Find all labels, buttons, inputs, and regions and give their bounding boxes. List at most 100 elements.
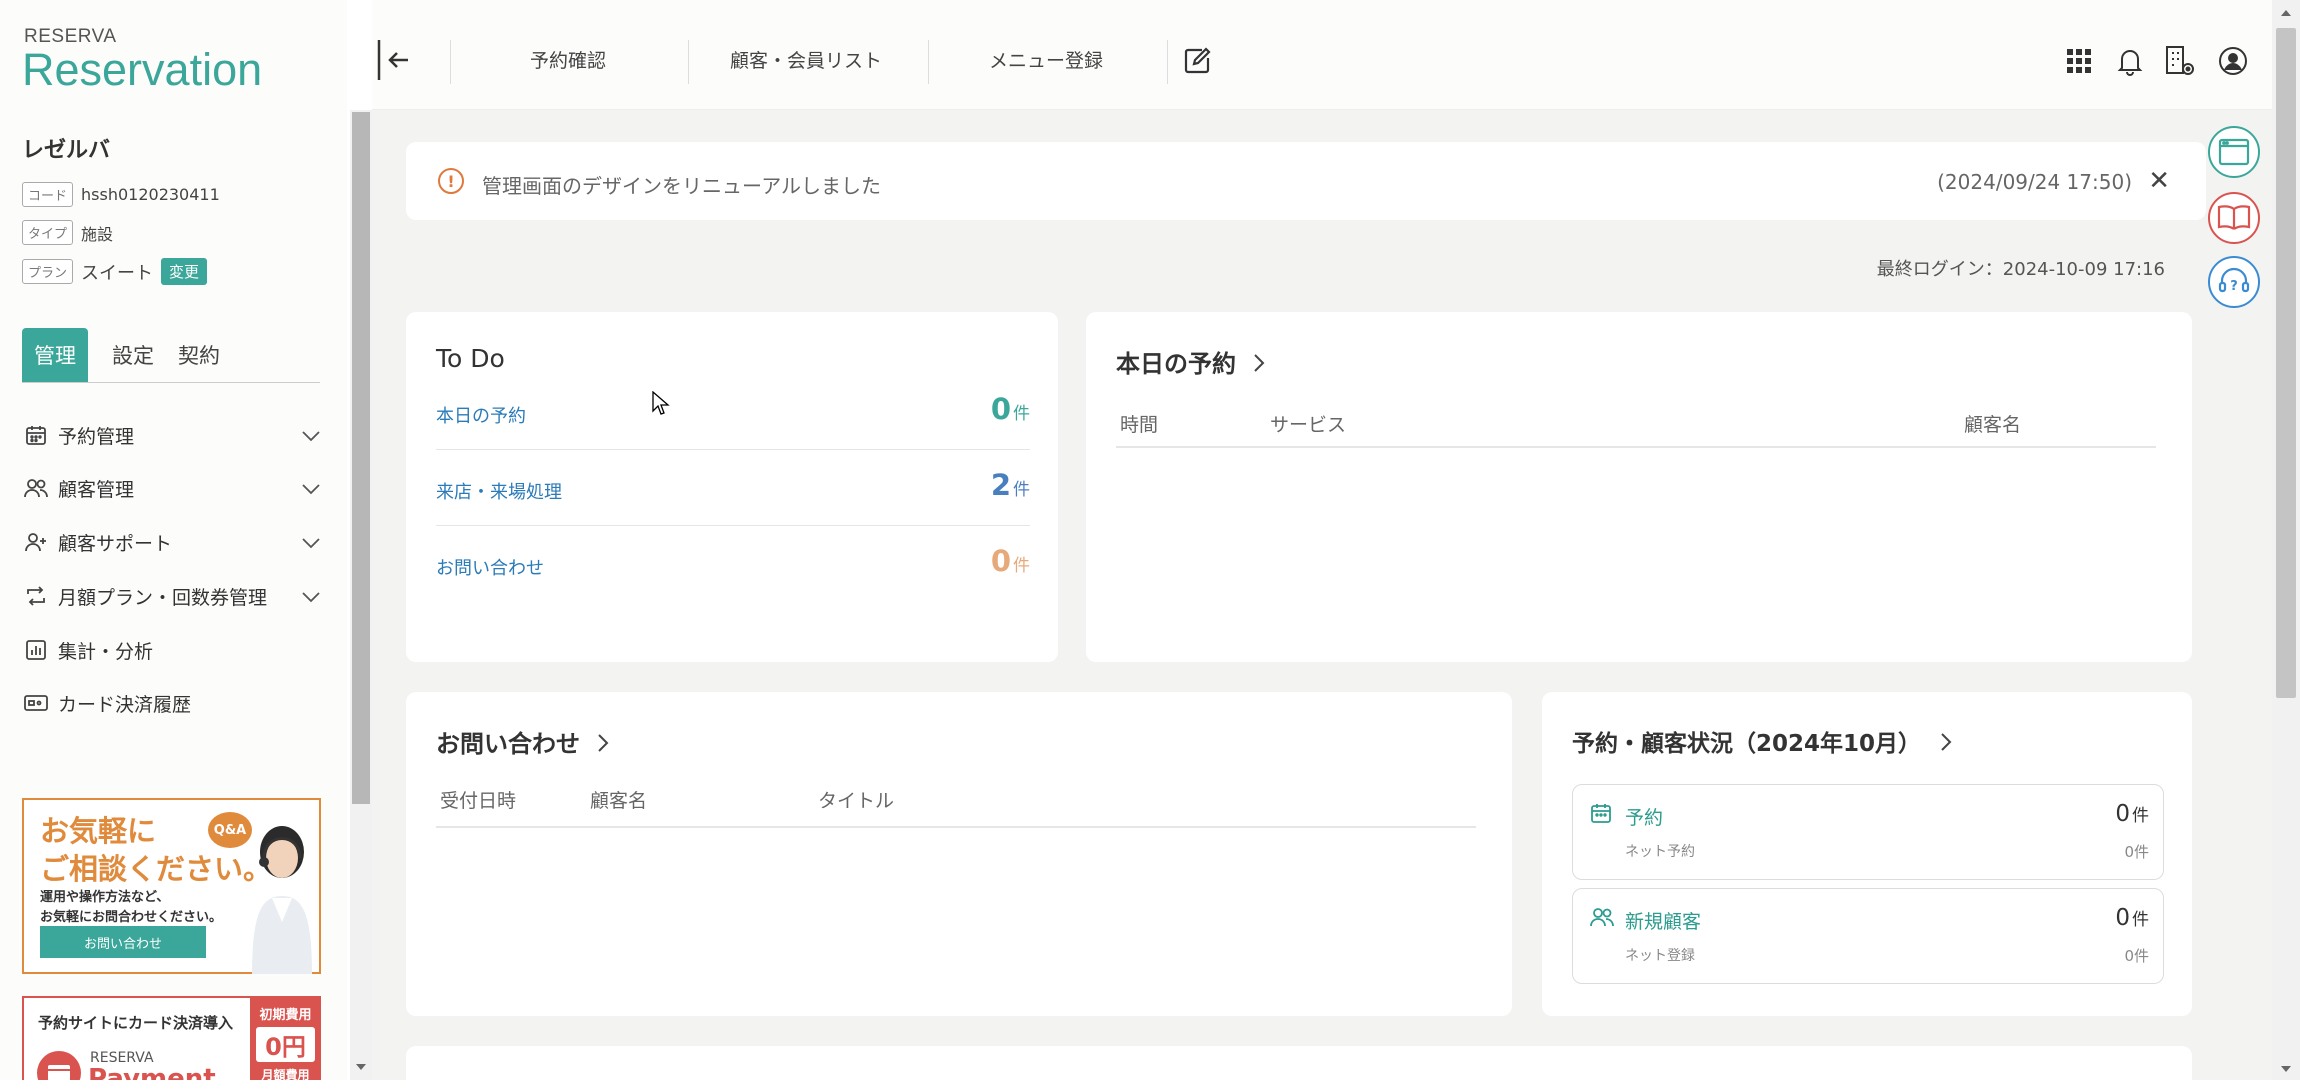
repeat-icon	[22, 582, 50, 610]
building-settings-icon[interactable]	[2164, 44, 2196, 78]
shop-plan: スイート	[81, 262, 154, 284]
page-scroll-thumb[interactable]	[2276, 28, 2296, 698]
new-customer-stat-box[interactable]: 新規顧客 ネット登録 0件 0件	[1572, 888, 2164, 984]
today-reservations-title[interactable]: 本日の予約	[1116, 344, 1266, 379]
shop-name: レゼルバ	[22, 138, 111, 163]
inquiries-title[interactable]: お問い合わせ	[436, 724, 610, 759]
collapse-sidebar-icon[interactable]	[376, 38, 412, 82]
help-support-button[interactable]: ?	[2208, 256, 2260, 308]
nav-reservation-check[interactable]: 予約確認	[530, 46, 606, 73]
plan-tag: プラン	[22, 259, 74, 284]
scroll-up-arrow-icon[interactable]	[2280, 8, 2292, 18]
shop-plan-row: プラン スイート 変更	[22, 258, 208, 285]
todo-row[interactable]: 来店・来場処理 2件	[436, 450, 1030, 526]
scroll-down-arrow-icon[interactable]	[355, 1062, 367, 1072]
sidebar-item-label: 顧客サポート	[58, 532, 173, 555]
initial-fee-label: 初期費用	[259, 1008, 312, 1023]
todo-card: To Do 本日の予約 0件 来店・来場処理 2件 お問い合わせ 0件	[406, 312, 1058, 662]
last-login: 最終ログイン：2024-10-09 17:16	[1876, 259, 2165, 280]
sidebar-item-subscriptions[interactable]: 月額プラン・回数券管理	[22, 576, 322, 616]
todo-title: To Do	[436, 344, 505, 373]
stat-title: 新規顧客	[1625, 911, 1702, 933]
calendar-icon	[22, 421, 50, 449]
apps-grid-icon[interactable]	[2066, 48, 2092, 74]
change-plan-button[interactable]: 変更	[161, 258, 208, 285]
shop-code: hssh0120230411	[81, 185, 220, 204]
chevron-right-icon	[1254, 354, 1265, 372]
main-content: ! 管理画面のデザインをリニューアルしました (2024/09/24 17:50…	[372, 110, 2272, 1080]
nav-customer-list[interactable]: 顧客・会員リスト	[730, 46, 882, 73]
tab-manage[interactable]: 管理	[22, 328, 88, 382]
top-header: 予約確認 顧客・会員リスト メニュー登録	[372, 0, 2272, 110]
column-received-at: 受付日時	[440, 790, 517, 812]
sidebar-item-label: 予約管理	[58, 425, 135, 448]
column-service: サービス	[1270, 414, 1347, 436]
sidebar-item-customers[interactable]: 顧客管理	[22, 468, 322, 508]
payment-banner[interactable]: 予約サイトにカード決済導入 RESERVA Payment 初期費用 0円 月額…	[22, 996, 321, 1080]
chevron-down-icon[interactable]	[300, 586, 322, 608]
banner-contact-button[interactable]: お問い合わせ	[40, 926, 206, 958]
chevron-down-icon[interactable]	[300, 532, 322, 554]
stat-value: 0件	[2115, 801, 2149, 827]
bell-icon[interactable]	[2116, 46, 2144, 76]
notice-text[interactable]: 管理画面のデザインをリニューアルしました	[482, 170, 881, 199]
stat-subtitle: ネット登録	[1625, 948, 1695, 964]
inquiries-card: お問い合わせ 受付日時 顧客名 タイトル	[406, 692, 1512, 1016]
header-divider	[1167, 40, 1168, 84]
contact-banner[interactable]: お気軽に ご相談ください。 Q&A 運用や操作方法など、 お気軽にお問合わせくだ…	[22, 798, 321, 974]
headset-help-icon: ?	[2218, 267, 2250, 294]
shop-code-row: コード hssh0120230411	[22, 182, 220, 207]
sidebar-tabs: 管理 設定 契約	[22, 328, 320, 383]
header-divider	[450, 40, 451, 84]
column-customer: 顧客名	[1964, 414, 2022, 436]
sidebar-item-card-history[interactable]: カード決済履歴	[22, 683, 322, 723]
tab-contract[interactable]: 契約	[178, 328, 220, 382]
banner-desc-2: お気軽にお問合わせください。	[40, 910, 223, 925]
next-card	[406, 1046, 2192, 1080]
todo-count: 2件	[990, 468, 1030, 502]
chevron-down-icon[interactable]	[300, 425, 322, 447]
browser-window-icon	[2218, 138, 2250, 166]
stat-sub-value: 0件	[2124, 843, 2149, 861]
tab-settings[interactable]: 設定	[112, 328, 154, 382]
account-icon[interactable]	[2218, 46, 2248, 76]
header-divider	[688, 40, 689, 84]
sidebar-item-label: 月額プラン・回数券管理	[58, 586, 268, 609]
type-tag: タイプ	[22, 220, 74, 245]
shop-type: 施設	[81, 224, 114, 244]
today-reservations-card: 本日の予約 時間 サービス 顧客名	[1086, 312, 2192, 662]
close-icon[interactable]: ✕	[2148, 166, 2170, 196]
stat-sub-value: 0件	[2124, 947, 2149, 965]
payment-banner-title: 予約サイトにカード決済導入	[38, 1014, 234, 1032]
monthly-status-title[interactable]: 予約・顧客状況（2024年10月）	[1572, 724, 1953, 758]
banner-desc-1: 運用や操作方法など、	[40, 890, 170, 905]
browser-preview-button[interactable]	[2208, 126, 2260, 178]
todo-count: 0件	[990, 392, 1030, 426]
chevron-down-icon[interactable]	[300, 478, 322, 500]
user-plus-icon	[22, 528, 50, 556]
mouse-cursor-icon	[652, 391, 670, 415]
sidebar-item-support[interactable]: 顧客サポート	[22, 522, 322, 562]
table-divider	[1116, 446, 2156, 448]
scroll-down-arrow-icon[interactable]	[2280, 1064, 2292, 1074]
reservation-stat-box[interactable]: 予約 ネット予約 0件 0件	[1572, 784, 2164, 880]
todo-label[interactable]: 来店・来場処理	[436, 478, 562, 504]
sidebar-item-reservations[interactable]: 予約管理	[22, 415, 322, 455]
stat-value: 0件	[2115, 905, 2149, 931]
brand-logo[interactable]: Reservation	[22, 44, 262, 96]
chevron-right-icon	[1941, 733, 1952, 751]
todo-label[interactable]: 本日の予約	[436, 402, 526, 428]
book-icon	[2217, 205, 2251, 230]
edit-icon[interactable]	[1182, 46, 1212, 76]
manual-button[interactable]	[2208, 192, 2260, 244]
calendar-icon	[1591, 804, 1611, 823]
code-tag: コード	[22, 182, 74, 207]
todo-row[interactable]: 本日の予約 0件	[436, 374, 1030, 450]
sidebar-item-analytics[interactable]: 集計・分析	[22, 630, 322, 670]
sidebar-scroll-thumb[interactable]	[352, 112, 370, 804]
column-title: タイトル	[818, 790, 895, 812]
shop-type-row: タイプ 施設	[22, 220, 113, 245]
todo-label[interactable]: お問い合わせ	[436, 554, 544, 580]
nav-menu-register[interactable]: メニュー登録	[989, 46, 1103, 73]
todo-row[interactable]: お問い合わせ 0件	[436, 526, 1030, 602]
